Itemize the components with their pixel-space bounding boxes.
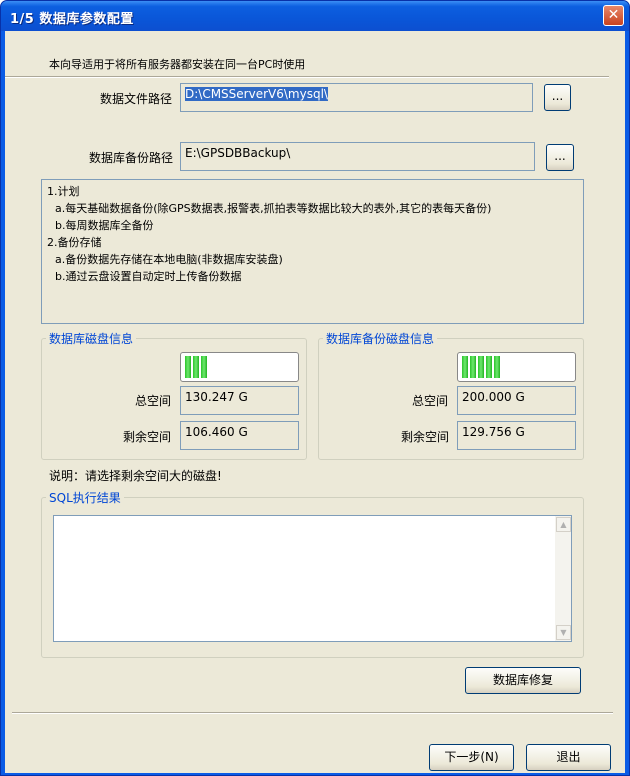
backup-path-browse-button[interactable]: ... (546, 144, 574, 171)
backup-disk-usage-bar (457, 352, 576, 382)
db-free-value: 106.460 G (180, 421, 299, 450)
backup-path-label: 数据库备份路径 (89, 151, 174, 165)
intro-text: 本向导适用于将所有服务器都安装在同一台PC时使用 (49, 58, 306, 71)
plan-line: 2.备份存储 (47, 236, 102, 249)
usage-block (185, 356, 191, 378)
scroll-down-icon[interactable]: ▼ (556, 625, 571, 640)
data-path-label: 数据文件路径 (100, 92, 173, 106)
dialog-window: 1/5 数据库参数配置 ✕ 本向导适用于将所有服务器都安装在同一台PC时使用 数… (0, 0, 630, 776)
data-path-browse-button[interactable]: ... (544, 84, 571, 111)
backup-total-value: 200.000 G (457, 386, 576, 415)
note-text: 说明：请选择剩余空间大的磁盘! (49, 469, 222, 483)
db-disk-group-title: 数据库磁盘信息 (46, 330, 137, 347)
scroll-up-icon[interactable]: ▲ (556, 517, 571, 532)
bottom-divider (12, 712, 613, 714)
plan-line: 1.计划 (47, 185, 80, 198)
sql-result-title: SQL执行结果 (46, 489, 124, 506)
data-path-input[interactable]: D:\CMSServerV6\mysql\ (180, 83, 533, 112)
db-total-label: 总空间 (135, 394, 172, 408)
data-path-value: D:\CMSServerV6\mysql\ (185, 87, 328, 101)
sql-result-scrollbar[interactable] (555, 516, 571, 641)
plan-line: a.备份数据先存储在本地电脑(非数据库安装盘) (55, 253, 283, 266)
plan-line: a.每天基础数据备份(除GPS数据表,报警表,抓拍表等数据比较大的表外,其它的表… (55, 202, 492, 215)
close-button[interactable]: ✕ (603, 5, 624, 26)
usage-block (193, 356, 199, 378)
db-free-label: 剩余空间 (123, 430, 172, 444)
db-total-value: 130.247 G (180, 386, 299, 415)
backup-disk-group-title: 数据库备份磁盘信息 (323, 330, 438, 347)
usage-block (486, 356, 492, 378)
window-title: 1/5 数据库参数配置 (10, 12, 134, 27)
backup-free-label: 剩余空间 (401, 430, 450, 444)
next-button[interactable]: 下一步(N) (429, 744, 514, 771)
usage-block (494, 356, 500, 378)
backup-total-label: 总空间 (412, 394, 449, 408)
top-divider (5, 76, 609, 78)
exit-button[interactable]: 退出 (526, 744, 611, 771)
backup-free-value: 129.756 G (457, 421, 576, 450)
dialog-body: 本向导适用于将所有服务器都安装在同一台PC时使用 数据文件路径 D:\CMSSe… (5, 31, 625, 773)
usage-block (470, 356, 476, 378)
usage-block (201, 356, 207, 378)
close-icon: ✕ (607, 7, 620, 23)
plan-line: b.每周数据库全备份 (55, 219, 154, 232)
db-disk-usage-bar (180, 352, 299, 382)
title-bar[interactable]: 1/5 数据库参数配置 ✕ (1, 1, 629, 31)
plan-line: b.通过云盘设置自动定时上传备份数据 (55, 270, 242, 283)
usage-block (478, 356, 484, 378)
usage-block (462, 356, 468, 378)
backup-plan-text: 1.计划 a.每天基础数据备份(除GPS数据表,报警表,抓拍表等数据比较大的表外… (41, 179, 584, 324)
sql-result-textarea[interactable] (53, 515, 572, 642)
db-repair-button[interactable]: 数据库修复 (465, 667, 581, 694)
backup-path-input[interactable]: E:\GPSDBBackup\ (180, 142, 535, 171)
